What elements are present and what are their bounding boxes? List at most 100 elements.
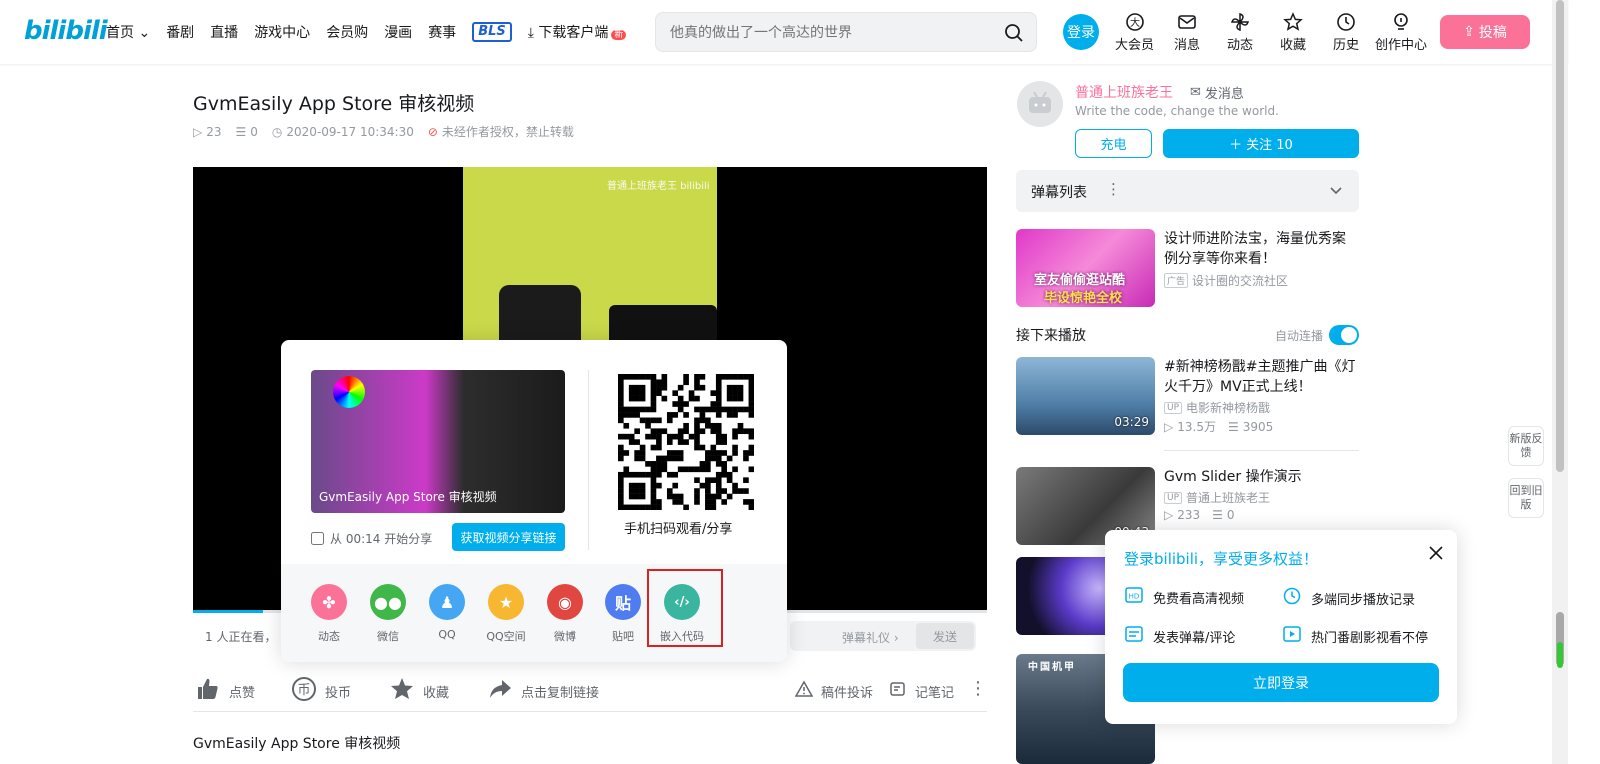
danmaku-etiquette-link[interactable]: 弹幕礼仪 › [842,629,899,646]
share-qq[interactable]: ♟ QQ [422,584,472,641]
video-stats: ▷ 13.5万 ☰ 3905 [1164,419,1274,435]
danmaku-icon: ☰ [235,124,247,139]
feature-comment: 发表弹幕/评论 [1125,626,1235,646]
ad-thumb-text: 毕设惊艳全校 [1044,291,1123,306]
follow-button[interactable]: ＋关注 10 [1163,129,1359,158]
new-version-feedback-button[interactable]: 新版反馈 [1508,426,1544,466]
upload-icon: ⇪ [1463,24,1475,40]
nav-live[interactable]: 直播 [210,22,238,42]
share-dynamic[interactable]: ✤ 动态 [304,584,354,644]
page-scrollbar[interactable] [1552,0,1568,764]
video-stats: ▷ 233 ☰ 0 [1164,508,1235,522]
vip-icon: 大 [1125,12,1145,34]
wechat-icon: ●● [370,584,406,620]
bilibili-logo[interactable]: bilibili [24,16,108,46]
nav-creator-center[interactable]: 创作中心 [1375,12,1427,53]
nav-anime[interactable]: 番剧 [166,22,194,42]
nav-vip[interactable]: 大 大会员 [1115,12,1154,53]
more-options-icon[interactable]: ⋮ [969,678,987,699]
share-popup: GvmEasily App Store 审核视频 从 00:14 开始分享 获取… [281,340,787,662]
ad-card[interactable]: 室友偷偷逛站酷 毕设惊艳全校 设计师进阶法宝，海量优秀案例分享等你来看！ 广告 … [1016,229,1359,309]
coin-button[interactable]: 币 投币 [291,676,351,706]
charge-button[interactable]: 充电 [1075,129,1152,158]
svg-text:大: 大 [1130,16,1140,29]
nav-manga[interactable]: 漫画 [384,22,412,42]
share-wechat[interactable]: ●● 微信 [363,584,413,644]
chevron-down-icon[interactable] [1329,183,1343,201]
ad-thumbnail: 室友偷偷逛站酷 毕设惊艳全校 [1016,229,1155,307]
share-qzone[interactable]: ★ QQ空间 [481,584,531,644]
clock-icon [1283,587,1301,609]
hd-icon: HD [1125,587,1143,607]
share-arrow-icon [487,676,513,706]
search-box [655,12,1037,52]
warning-icon [794,680,814,702]
favorite-button[interactable]: 收藏 [389,676,449,706]
like-button[interactable]: 点赞 [195,676,255,706]
share-targets: ✤ 动态 ●● 微信 ♟ QQ ★ QQ空间 ◉ 微博 贴 贴吧 ‹/› 嵌入代… [281,564,787,662]
nav-messages[interactable]: 消息 [1174,12,1200,53]
more-vertical-icon[interactable]: ⋮ [1106,180,1121,198]
nav-favorites[interactable]: 收藏 [1280,12,1306,53]
tieba-icon: 贴 [605,584,641,620]
danmaku-list-panel[interactable]: 弹幕列表 ⋮ [1016,170,1359,212]
date-stat: ◷ 2020-09-17 10:34:30 [271,124,414,139]
share-tieba[interactable]: 贴 贴吧 [598,584,648,644]
nav-esports[interactable]: 赛事 [428,22,456,42]
plus-icon: ＋ [1229,138,1243,153]
video-title: GvmEasily App Store 审核视频 [193,93,475,115]
nav-download[interactable]: ⤓ 下载客户端新 [528,22,627,42]
nav-game-center[interactable]: 游戏中心 [254,22,310,42]
uploader-avatar[interactable] [1017,81,1063,127]
video-thumbnail: 03:29 [1016,357,1155,435]
nav-history[interactable]: 历史 [1333,12,1359,53]
feature-anime: 热门番剧影视看不停 [1283,626,1428,646]
login-prompt-popup: 登录bilibili，享受更多权益！ HD 免费看高清视频 多端同步播放记录 发… [1105,530,1457,724]
up-icon: UP [1164,401,1183,414]
svg-text:HD: HD [1129,593,1140,601]
play-count-icon: ▷ [1164,419,1174,434]
share-button[interactable]: 点击复制链接 [487,676,599,706]
danmaku-list-icon [1125,626,1143,646]
copyright-notice: ⊘ 未经作者授权，禁止转载 [427,124,574,140]
close-icon[interactable] [1427,544,1445,566]
note-icon [889,680,907,702]
danmaku-icon: ☰ [1212,508,1223,522]
video-title: Gvm Slider 操作演示 [1164,469,1302,485]
report-button[interactable]: 稿件投诉 [794,680,873,702]
uploader-signature: Write the code, change the world. [1075,104,1279,118]
back-to-old-version-button[interactable]: 回到旧版 [1508,478,1544,518]
video-actions: 点赞 币 投币 收藏 点击复制链接 稿件投诉 记笔记 ⋮ [193,672,987,712]
autoplay-label: 自动连播 [1275,329,1324,343]
svg-text:币: 币 [297,683,310,698]
notes-button[interactable]: 记笔记 [889,680,954,702]
nav-home[interactable]: 首页 ⌄ [106,22,150,42]
download-icon: ⤓ [527,25,534,41]
nav-dynamics[interactable]: 动态 [1227,12,1253,53]
danmaku-stat: ☰ 0 [235,124,258,139]
login-now-button[interactable]: 立即登录 [1123,663,1439,702]
share-start-time-option[interactable]: 从 00:14 开始分享 [311,530,432,547]
share-weibo[interactable]: ◉ 微博 [540,584,590,644]
list-item[interactable]: 03:29 #新神榜杨戬#主题推广曲《灯火千万》MV正式上线！ UP 电影新神榜杨… [1016,357,1359,437]
forbidden-icon: ⊘ [427,124,438,139]
search-input[interactable] [656,13,986,51]
start-time-checkbox[interactable] [311,532,324,545]
clock-icon [1336,12,1356,34]
get-share-link-button[interactable]: 获取视频分享链接 [452,523,565,551]
danmaku-send-button[interactable]: 发送 [916,623,974,649]
bls-logo[interactable]: BLS [472,22,512,42]
play-box-icon [1283,626,1301,646]
upload-button[interactable]: ⇪ 投稿 [1440,15,1530,49]
uploader-name[interactable]: 普通上班族老王 [1075,82,1173,102]
viewer-count: 1 人正在看， [205,630,277,644]
login-avatar-button[interactable]: 登录 [1063,14,1099,50]
pinwheel-icon: ✤ [311,584,347,620]
autoplay-toggle[interactable] [1329,325,1359,345]
search-icon[interactable] [1004,23,1024,43]
send-message-link[interactable]: ✉ 发消息 [1190,83,1244,102]
ad-thumb-text: 室友偷偷逛站酷 [1034,273,1126,288]
nav-shop[interactable]: 会员购 [326,22,368,42]
color-wheel-image [333,376,365,408]
mail-icon [1177,12,1197,34]
